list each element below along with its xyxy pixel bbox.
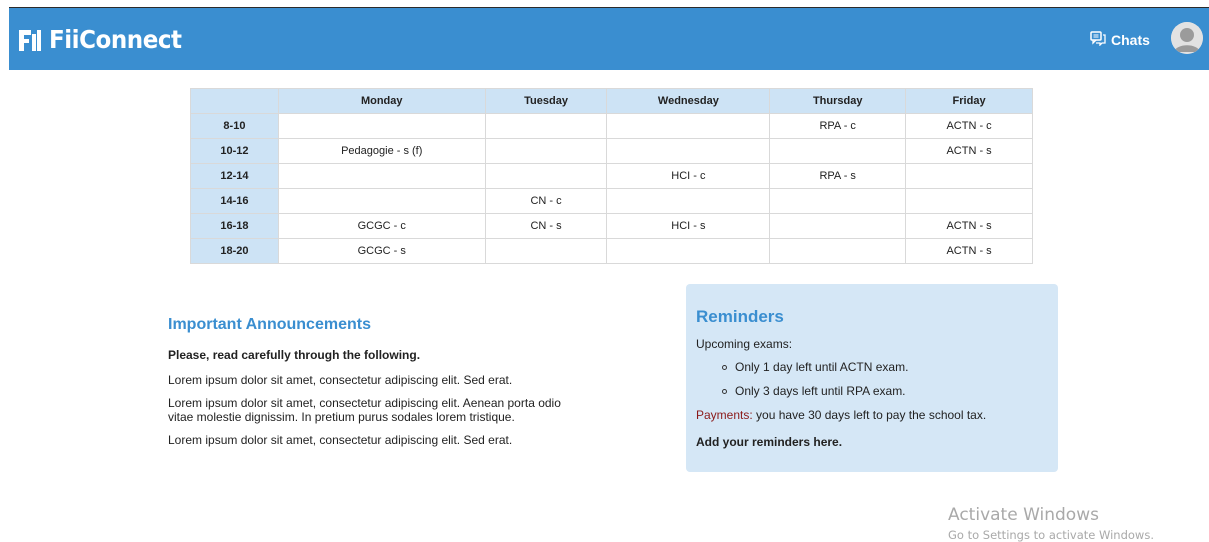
schedule-cell: ACTN - s xyxy=(905,138,1033,164)
schedule-corner xyxy=(190,88,279,114)
payments-label: Payments: xyxy=(696,408,753,422)
schedule-cell xyxy=(769,138,907,164)
schedule-cell xyxy=(606,113,771,139)
reminder-text: Only 1 day left until ACTN exam. xyxy=(735,360,909,374)
top-band xyxy=(0,0,1209,7)
schedule-header-row: Monday Tuesday Wednesday Thursday Friday xyxy=(190,88,1033,114)
watermark-subtitle: Go to Settings to activate Windows. xyxy=(948,528,1154,542)
announcements-title: Important Announcements xyxy=(168,316,371,333)
schedule-cell xyxy=(769,238,907,264)
time-slot: 10-12 xyxy=(190,138,279,164)
user-avatar-icon[interactable] xyxy=(1171,22,1203,54)
time-slot: 16-18 xyxy=(190,213,279,239)
schedule-cell xyxy=(484,163,608,189)
watermark-title: Activate Windows xyxy=(948,505,1099,525)
brand-logo[interactable]: FiiConnect xyxy=(19,25,193,54)
time-slot: 12-14 xyxy=(190,163,279,189)
announcement-paragraph: Lorem ipsum dolor sit amet, consectetur … xyxy=(168,433,513,448)
schedule-cell: GCGC - c xyxy=(277,213,486,239)
schedule-cell xyxy=(277,188,486,214)
activation-watermark: Activate Windows Go to Settings to activ… xyxy=(948,505,1154,542)
schedule-cell: ACTN - s xyxy=(905,213,1033,239)
chat-bubbles-icon xyxy=(1090,31,1111,49)
app-header: FiiConnect Chats xyxy=(9,7,1209,70)
schedule-cell: ACTN - c xyxy=(905,113,1033,139)
schedule-cell xyxy=(606,238,771,264)
schedule-cell: ACTN - s xyxy=(905,238,1033,264)
announcements-section: Important Announcements Please, read car… xyxy=(168,316,588,458)
schedule-cell: GCGC - s xyxy=(277,238,486,264)
day-header-wednesday: Wednesday xyxy=(606,88,771,114)
schedule-table: Monday Tuesday Wednesday Thursday Friday… xyxy=(190,88,1033,264)
announcements-lead: Please, read carefully through the follo… xyxy=(168,348,421,362)
chats-button[interactable]: Chats xyxy=(1090,31,1150,49)
time-slot: 18-20 xyxy=(190,238,279,264)
table-row: 8-10 RPA - c ACTN - c xyxy=(190,113,1033,139)
schedule-cell xyxy=(484,138,608,164)
schedule-cell: CN - c xyxy=(484,188,608,214)
time-slot: 8-10 xyxy=(190,113,279,139)
reminders-title: Reminders xyxy=(696,307,784,326)
day-header-monday: Monday xyxy=(277,88,486,114)
table-row: 10-12 Pedagogie - s (f) ACTN - s xyxy=(190,138,1033,164)
list-item: Only 3 days left until RPA exam. xyxy=(722,384,1048,398)
schedule-cell xyxy=(484,113,608,139)
announcement-paragraph: Lorem ipsum dolor sit amet, consectetur … xyxy=(168,396,561,424)
reminders-panel: Reminders Upcoming exams: Only 1 day lef… xyxy=(686,284,1058,472)
day-header-friday: Friday xyxy=(905,88,1033,114)
brand-name: FiiConnect xyxy=(49,25,182,54)
list-item: Only 1 day left until ACTN exam. xyxy=(722,360,1048,374)
schedule-cell xyxy=(606,188,771,214)
table-row: 16-18 GCGC - c CN - s HCI - s ACTN - s xyxy=(190,213,1033,239)
day-header-tuesday: Tuesday xyxy=(484,88,608,114)
schedule-cell: CN - s xyxy=(484,213,608,239)
schedule-cell: HCI - c xyxy=(606,163,771,189)
schedule-cell xyxy=(606,138,771,164)
schedule-cell xyxy=(769,213,907,239)
table-row: 14-16 CN - c xyxy=(190,188,1033,214)
schedule-cell: HCI - s xyxy=(606,213,771,239)
add-reminders-text: Add your reminders here. xyxy=(696,435,843,449)
schedule-cell xyxy=(277,113,486,139)
fii-logo-icon xyxy=(19,28,41,52)
schedule-cell xyxy=(769,188,907,214)
payments-reminder: Payments: you have 30 days left to pay t… xyxy=(696,408,1048,422)
exam-reminder-list: Only 1 day left until ACTN exam. Only 3 … xyxy=(722,360,1048,398)
schedule-cell: RPA - s xyxy=(769,163,907,189)
reminders-subtitle: Upcoming exams: xyxy=(696,337,793,351)
chats-label: Chats xyxy=(1111,32,1150,48)
announcement-paragraph: Lorem ipsum dolor sit amet, consectetur … xyxy=(168,373,513,387)
circle-bullet-icon xyxy=(722,388,727,394)
schedule-cell: Pedagogie - s (f) xyxy=(277,138,486,164)
schedule-cell: RPA - c xyxy=(769,113,907,139)
time-slot: 14-16 xyxy=(190,188,279,214)
day-header-thursday: Thursday xyxy=(769,88,907,114)
schedule-cell xyxy=(905,163,1033,189)
payments-text: you have 30 days left to pay the school … xyxy=(752,408,987,422)
table-row: 18-20 GCGC - s ACTN - s xyxy=(190,238,1033,264)
schedule-cell xyxy=(905,188,1033,214)
schedule-cell xyxy=(277,163,486,189)
schedule-cell xyxy=(484,238,608,264)
circle-bullet-icon xyxy=(722,364,727,370)
reminder-text: Only 3 days left until RPA exam. xyxy=(735,384,906,398)
table-row: 12-14 HCI - c RPA - s xyxy=(190,163,1033,189)
